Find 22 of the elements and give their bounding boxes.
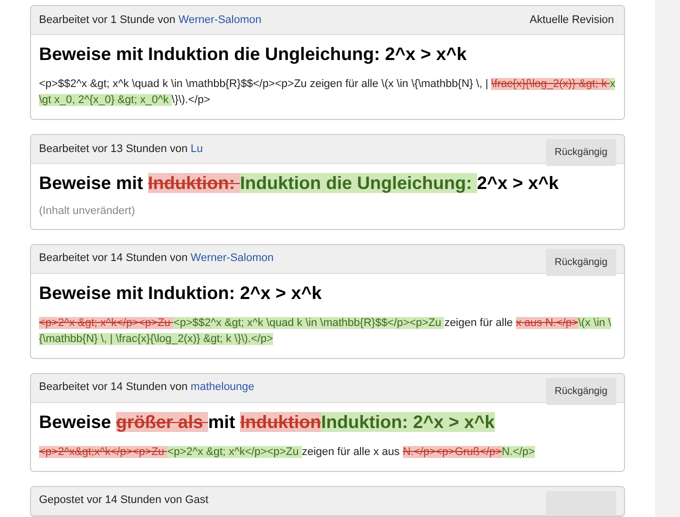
undo-button[interactable] — [546, 490, 616, 516]
author-link[interactable]: Werner-Salomon — [178, 14, 262, 26]
revision-content: <p>2^x&gt;x^k</p><p>Zu <p>2^x &gt; x^k</p><p>Zu zeigen für alle x aus N.</p><p>Gruß</p>N.</p> — [38, 444, 536, 460]
revision-title: Beweise mit Induktion: Induktion die Ungleichung: 2^x > x^k — [38, 172, 560, 195]
undo-button[interactable]: Rückgängig — [546, 248, 616, 276]
revision-content: <p>2^x &gt; x^k</p><p>Zu <p>$$2^x &gt; x^k \quad k \in \mathbb{R}$$</p><p>Zu zeigen für alle x aus N.</p>\(x \in \{\mathbb{N} \, | \frac{x}{\log_2(x)} &gt; k \}\).</p> — [38, 316, 612, 346]
undo-button[interactable]: Rückgängig — [546, 378, 616, 404]
revision-info: Bearbeitet vor 1 Stunde von Werner-Salomon — [39, 12, 262, 28]
undo-button[interactable]: Rückgängig — [546, 139, 616, 166]
revision-label: Aktuelle Revision — [530, 12, 614, 28]
author-link[interactable]: mathelounge — [190, 381, 254, 394]
revision-title: Beweise mit Induktion: 2^x > x^k — [38, 282, 323, 304]
revision-content: <p>$$2^x &gt; x^k \quad k \in \mathbb{R}$$</p><p>Zu zeigen für alle \(x \in \{\mathbb{N} \, | \frac{x}{\log_2(x)} &gt; k x \gt x_0, 2^{x_0} &gt; x_0^k \}\).</p> — [38, 77, 616, 108]
revision-info: Bearbeitet vor 13 Stunden von Lu — [39, 142, 203, 157]
author-link[interactable]: Werner-Salomon — [190, 252, 274, 264]
revision-title: Beweise größer als mit InduktionInduktion: 2^x > x^k — [38, 410, 496, 434]
revision-info: Bearbeitet vor 14 Stunden von Werner-Salomon — [39, 251, 274, 266]
revision-info: Gepostet vor 14 Stunden von Gast — [39, 493, 208, 508]
revision-info: Bearbeitet vor 14 Stunden von mathelounge — [39, 380, 254, 396]
unchanged-note: (Inhalt unverändert) — [38, 204, 136, 219]
author-link[interactable]: Lu — [190, 142, 203, 155]
revision-title: Beweise mit Induktion die Ungleichung: 2^x > x^k — [38, 43, 468, 66]
